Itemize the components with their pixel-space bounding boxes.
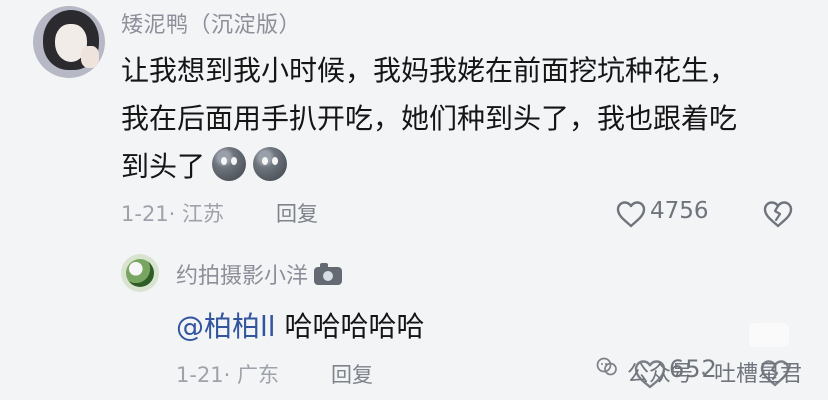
reply-avatar-art	[126, 259, 154, 287]
camera-icon	[314, 263, 343, 285]
main-reply-button[interactable]: 回复	[276, 198, 318, 228]
main-comment-line-3-text: 到头了	[121, 150, 206, 183]
reply-reply-button[interactable]: 回复	[331, 359, 373, 389]
dizzy-face-emoji	[212, 147, 247, 181]
mention-link[interactable]: @柏柏ll	[176, 310, 276, 343]
heart-outline-icon[interactable]	[632, 358, 668, 390]
reply-avatar[interactable]	[121, 254, 159, 292]
reply-body: 哈哈哈哈哈	[275, 310, 425, 343]
main-comment-line-2: 我在后面用手扒开吃，她们种到头了，我也跟着吃	[121, 102, 738, 135]
broken-heart-icon[interactable]	[761, 199, 795, 229]
main-meta: 1-21· 江苏	[121, 202, 225, 226]
broken-heart-icon[interactable]	[758, 358, 792, 388]
reply-like-count: 652	[669, 355, 718, 383]
reply-username[interactable]: 约拍摄影小洋	[176, 258, 343, 290]
avatar-hand	[81, 46, 99, 68]
main-comment-line-3: 到头了	[121, 143, 801, 191]
main-avatar[interactable]	[33, 6, 105, 78]
main-comment-text: 让我想到我小时候，我妈我姥在前面挖坑种花生， 我在后面用手扒开吃，她们种到头了，…	[121, 47, 801, 191]
faint-badge	[749, 323, 789, 347]
main-username[interactable]: 矮泥鸭（沉淀版）	[121, 7, 301, 39]
heart-outline-icon[interactable]	[614, 199, 648, 229]
reply-text: @柏柏ll 哈哈哈哈哈	[176, 305, 424, 345]
wechat-logo-icon	[596, 357, 617, 376]
reply-meta: 1-21· 广东	[176, 363, 280, 387]
main-like-count: 4756	[650, 198, 709, 224]
reply-username-text: 约拍摄影小洋	[176, 264, 309, 289]
dizzy-face-emoji	[253, 147, 288, 181]
main-comment-line-1: 让我想到我小时候，我妈我姥在前面挖坑种花生，	[121, 54, 738, 87]
